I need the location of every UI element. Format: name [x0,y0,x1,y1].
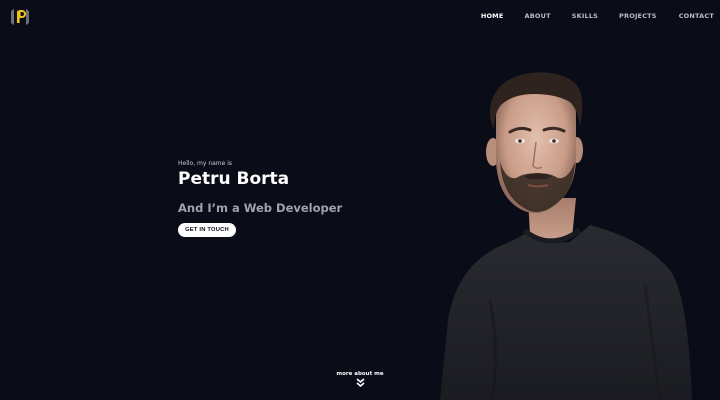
nav-about[interactable]: ABOUT [525,12,551,20]
page: HOME ABOUT SKILLS PROJECTS CONTACT Hello… [0,0,720,400]
profile-photo [440,72,692,400]
more-about-me-label: more about me [336,371,384,377]
get-in-touch-button[interactable]: GET IN TOUCH [178,223,236,237]
nav-skills[interactable]: SKILLS [572,12,598,20]
main-nav: HOME ABOUT SKILLS PROJECTS CONTACT [481,12,714,20]
logo[interactable] [8,6,32,28]
greeting-text: Hello, my name is [178,160,233,167]
nav-home[interactable]: HOME [481,12,504,20]
hero-name: Petru Borta [178,169,290,189]
double-chevron-down-icon [355,378,365,388]
hero-role: And I’m a Web Developer [178,201,343,215]
nav-projects[interactable]: PROJECTS [619,12,657,20]
nav-contact[interactable]: CONTACT [679,12,714,20]
more-about-me-link[interactable]: more about me [330,371,390,388]
logo-icon [11,9,29,25]
